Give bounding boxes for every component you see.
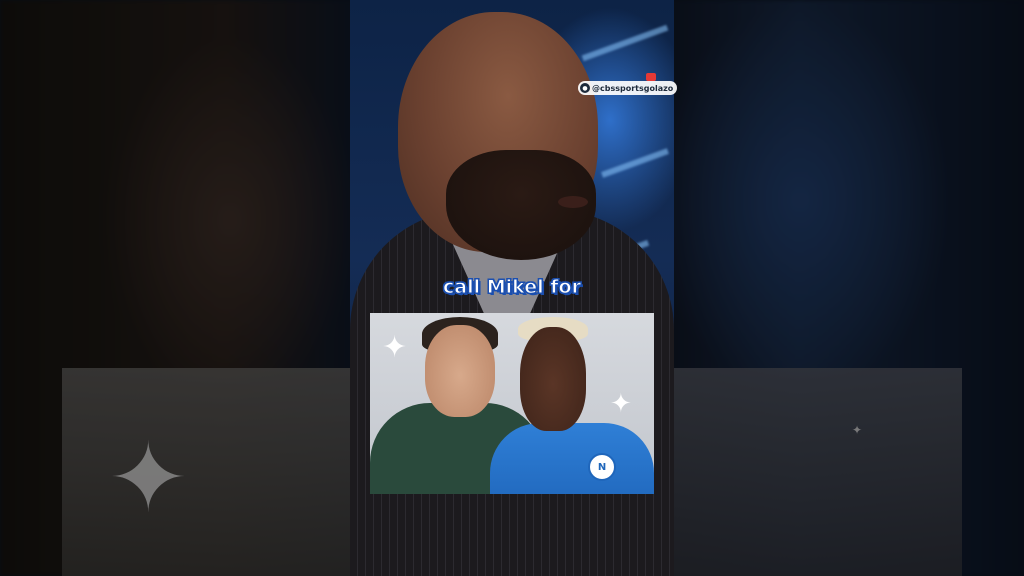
host-mouth	[558, 196, 588, 208]
youtube-icon	[646, 73, 656, 81]
inset-photo: N ✦ ✦	[370, 313, 654, 494]
player-head	[520, 327, 586, 431]
subtitle-caption: call Mikel for	[443, 276, 582, 299]
cbs-eye-icon: ●	[580, 83, 590, 93]
watermark-handle: @cbssportsgolazo	[592, 83, 674, 93]
player-jersey	[490, 423, 654, 494]
manager-head	[425, 325, 495, 417]
light-streak	[581, 24, 669, 62]
sparkle-icon: ✦	[382, 330, 408, 365]
sparkle-icon: ✦	[610, 389, 632, 419]
napoli-crest-icon: N	[588, 453, 616, 481]
light-streak	[601, 148, 669, 178]
channel-watermark: ● @cbssportsgolazo	[578, 81, 678, 95]
